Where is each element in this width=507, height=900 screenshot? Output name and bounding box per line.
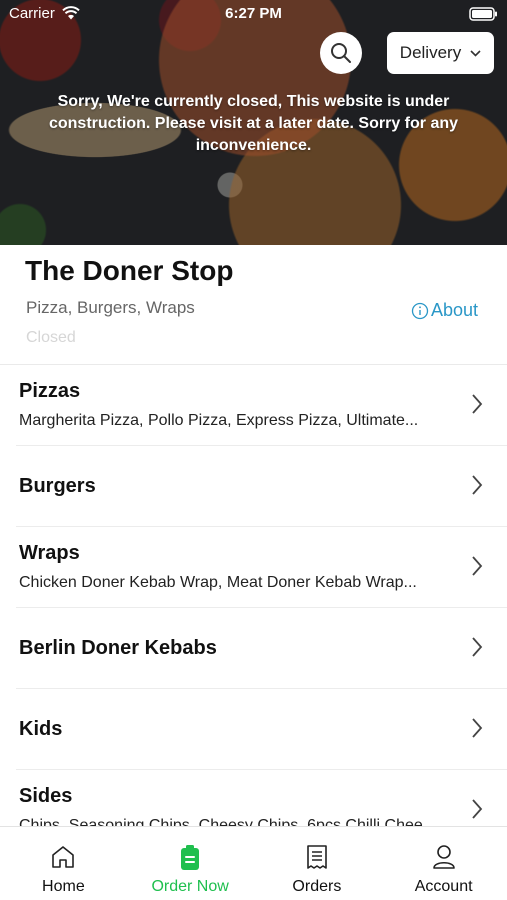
delivery-mode-select[interactable]: Delivery	[387, 32, 494, 74]
category-wraps[interactable]: Wraps Chicken Doner Kebab Wrap, Meat Don…	[16, 527, 507, 608]
closed-notice: Sorry, We're currently closed, This webs…	[48, 93, 459, 154]
chevron-right-icon	[472, 718, 483, 738]
status-bar: Carrier 6:27 PM	[0, 0, 507, 28]
category-description: Chips, Seasoning Chips, Cheesy Chips, 6p…	[19, 817, 437, 826]
order-icon	[181, 845, 200, 870]
about-label: About	[431, 300, 479, 320]
category-pizzas[interactable]: Pizzas Margherita Pizza, Pollo Pizza, Ex…	[16, 365, 507, 446]
category-title: Burgers	[19, 475, 96, 497]
tab-bar: Home Order Now Orders Account	[0, 826, 507, 900]
search-button[interactable]	[320, 32, 362, 74]
category-kids[interactable]: Kids	[16, 689, 507, 770]
category-burgers[interactable]: Burgers	[16, 446, 507, 527]
chevron-right-icon	[472, 556, 483, 576]
store-name: The Doner Stop	[25, 255, 234, 286]
about-link[interactable]: About	[411, 300, 478, 321]
tab-orders[interactable]: Orders	[254, 827, 381, 900]
category-title: Berlin Doner Kebabs	[19, 637, 217, 659]
user-icon	[432, 845, 455, 869]
category-list: Pizzas Margherita Pizza, Pollo Pizza, Ex…	[0, 364, 507, 826]
store-status: Closed	[26, 329, 76, 346]
delivery-mode-label: Delivery	[399, 43, 462, 62]
tab-label: Order Now	[151, 878, 229, 895]
category-description: Margherita Pizza, Pollo Pizza, Express P…	[19, 412, 419, 429]
receipt-icon	[307, 845, 327, 869]
hero-banner: Carrier 6:27 PM Delivery Sorry, We're cu…	[0, 0, 507, 245]
chevron-right-icon	[472, 799, 483, 819]
chevron-right-icon	[472, 475, 483, 495]
info-icon	[411, 302, 429, 319]
category-description: Chicken Doner Kebab Wrap, Meat Doner Keb…	[19, 574, 417, 591]
tab-home[interactable]: Home	[0, 827, 127, 900]
category-sides[interactable]: Sides Chips, Seasoning Chips, Cheesy Chi…	[16, 770, 507, 826]
tab-label: Home	[42, 878, 85, 895]
chevron-down-icon	[470, 49, 481, 57]
battery-icon	[469, 7, 497, 21]
category-title: Sides	[19, 785, 73, 807]
category-berlin-doner-kebabs[interactable]: Berlin Doner Kebabs	[16, 608, 507, 689]
category-title: Pizzas	[19, 380, 81, 402]
chevron-right-icon	[472, 394, 483, 414]
category-title: Wraps	[19, 542, 80, 564]
tab-account[interactable]: Account	[380, 827, 507, 900]
store-cuisines: Pizza, Burgers, Wraps	[26, 298, 195, 317]
home-icon	[52, 846, 75, 868]
category-title: Kids	[19, 718, 63, 740]
tab-label: Account	[414, 878, 473, 895]
tab-label: Orders	[292, 878, 342, 895]
tab-order-now[interactable]: Order Now	[127, 827, 254, 900]
chevron-right-icon	[472, 637, 483, 657]
search-icon	[331, 43, 351, 63]
status-time: 6:27 PM	[225, 5, 282, 22]
